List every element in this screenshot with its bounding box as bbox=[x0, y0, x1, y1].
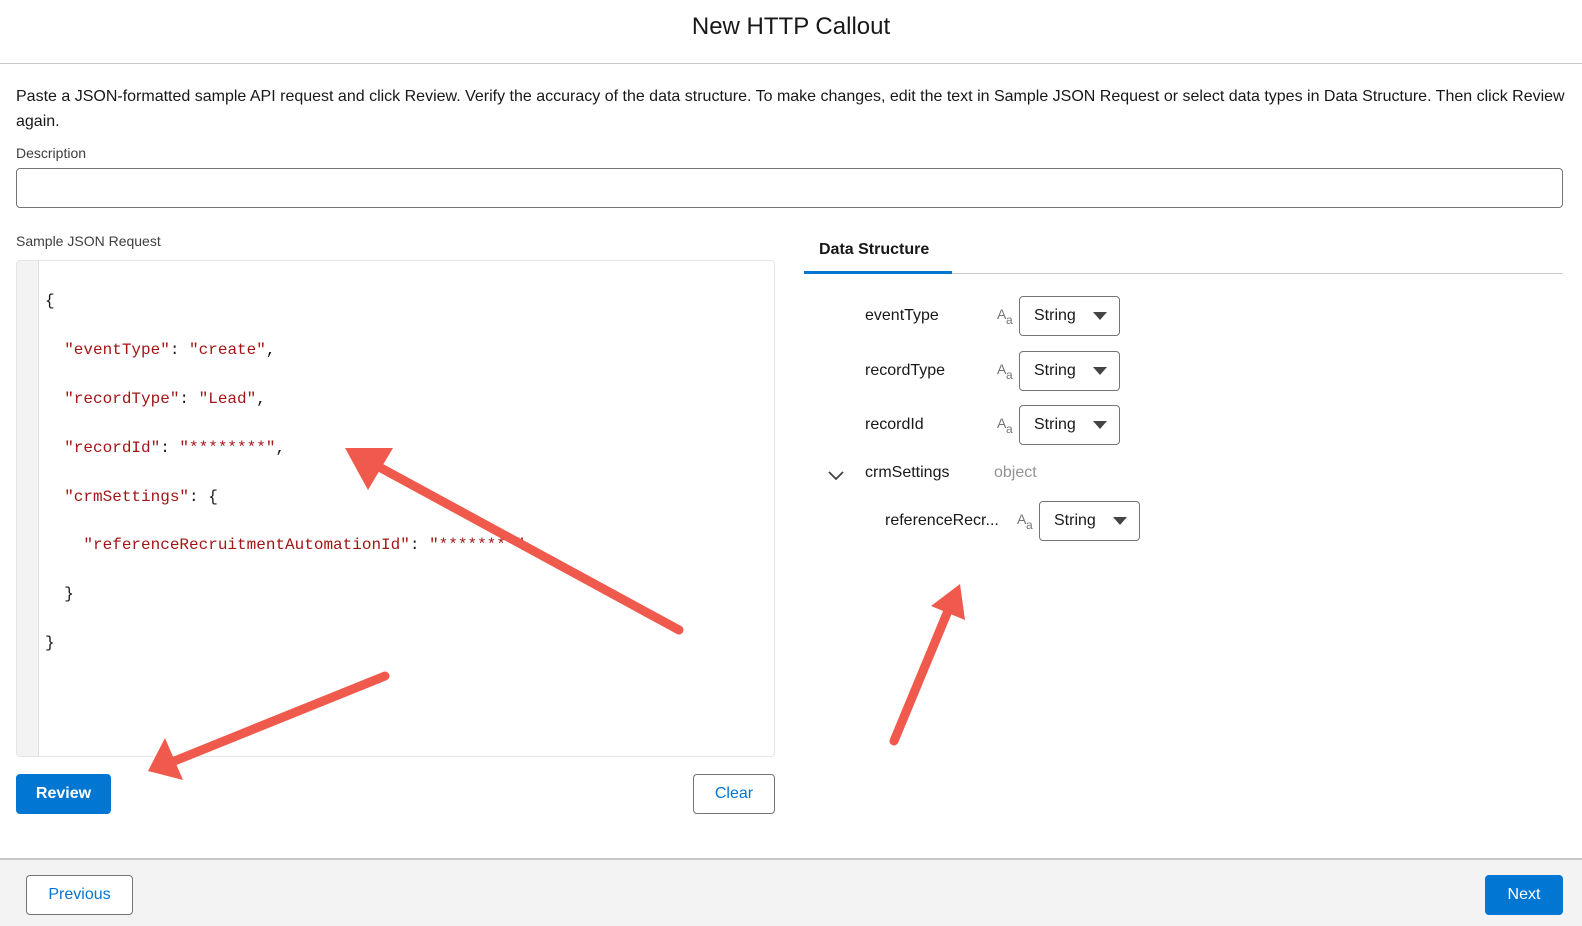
code-line: "eventType": "create", bbox=[64, 341, 276, 360]
type-select-eventtype[interactable]: String bbox=[1019, 296, 1120, 336]
description-label: Description bbox=[16, 145, 87, 161]
editor-gutter bbox=[17, 261, 39, 756]
clear-button[interactable]: Clear bbox=[693, 774, 775, 814]
code-line: } bbox=[45, 634, 55, 653]
field-type-object: object bbox=[994, 464, 1037, 481]
next-button[interactable]: Next bbox=[1485, 875, 1563, 915]
text-type-icon: Aa bbox=[1017, 511, 1033, 532]
type-select-recordtype[interactable]: String bbox=[1019, 351, 1120, 391]
type-select-reference[interactable]: String bbox=[1039, 501, 1140, 541]
caret-down-icon bbox=[1093, 367, 1107, 375]
field-name-recordid: recordId bbox=[865, 416, 924, 433]
field-name-reference: referenceRecr... bbox=[885, 512, 999, 529]
code-line: "referenceRecruitmentAutomationId": "***… bbox=[83, 536, 526, 555]
modal-header: New HTTP Callout bbox=[0, 0, 1582, 64]
text-type-icon: Aa bbox=[997, 306, 1013, 327]
text-type-icon: Aa bbox=[997, 415, 1013, 436]
field-name-crmsettings: crmSettings bbox=[865, 464, 950, 481]
field-name-recordtype: recordType bbox=[865, 362, 946, 379]
code-line: { bbox=[45, 292, 55, 311]
description-input[interactable] bbox=[16, 168, 1563, 208]
caret-down-icon bbox=[1093, 421, 1107, 429]
json-code[interactable]: { "eventType": "create", "recordType": "… bbox=[45, 265, 525, 704]
caret-down-icon bbox=[1093, 312, 1107, 320]
modal-footer bbox=[0, 858, 1582, 926]
caret-down-icon bbox=[1113, 517, 1127, 525]
annotation-arrow bbox=[889, 584, 965, 746]
sample-json-label: Sample JSON Request bbox=[16, 233, 161, 249]
instructions-text: Paste a JSON-formatted sample API reques… bbox=[16, 88, 1565, 130]
tab-data-structure[interactable]: Data Structure bbox=[804, 231, 952, 274]
type-select-recordid[interactable]: String bbox=[1019, 405, 1120, 445]
page-title: New HTTP Callout bbox=[691, 13, 891, 40]
code-line: } bbox=[45, 585, 74, 604]
code-line: "recordType": "Lead", bbox=[64, 390, 266, 409]
chevron-down-icon[interactable] bbox=[826, 466, 846, 486]
sample-json-editor[interactable]: { "eventType": "create", "recordType": "… bbox=[16, 260, 775, 757]
code-line: "crmSettings": { bbox=[64, 487, 218, 506]
text-type-icon: Aa bbox=[997, 361, 1013, 382]
previous-button[interactable]: Previous bbox=[26, 875, 133, 915]
data-structure-tabs: Data Structure bbox=[804, 231, 1563, 274]
review-button[interactable]: Review bbox=[16, 774, 111, 814]
code-line: "recordId": "********", bbox=[64, 438, 286, 457]
field-name-eventtype: eventType bbox=[865, 307, 939, 324]
